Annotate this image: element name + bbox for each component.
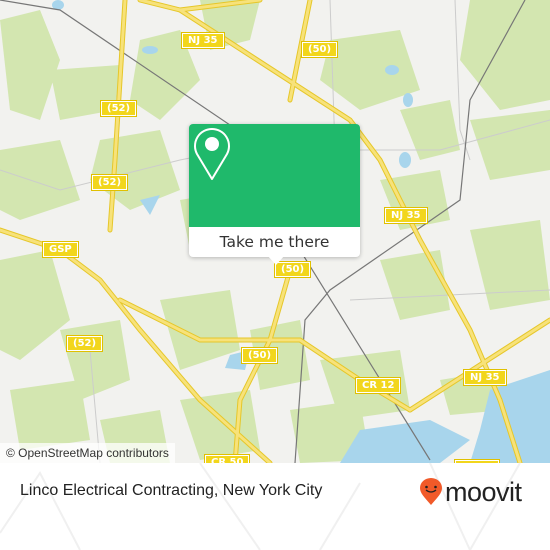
road-label: (52) bbox=[90, 174, 129, 191]
road-label: (50) bbox=[300, 41, 339, 58]
moovit-logo[interactable]: moovit bbox=[420, 478, 522, 506]
road-label: NJ 35 bbox=[181, 32, 225, 49]
road-label: NJ 35 bbox=[384, 207, 428, 224]
road-label: (52) bbox=[99, 100, 138, 117]
moovit-pin-icon bbox=[420, 478, 442, 505]
place-title: Linco Electrical Contracting, New York C… bbox=[20, 482, 323, 499]
popup-header bbox=[189, 124, 360, 227]
map-pin-icon bbox=[194, 128, 230, 180]
map-view[interactable]: NJ 35 (50) (52) (52) GSP NJ 35 (50) (52)… bbox=[0, 0, 550, 463]
footer: Linco Electrical Contracting, New York C… bbox=[0, 463, 550, 550]
map-attribution[interactable]: © OpenStreetMap contributors bbox=[0, 443, 175, 463]
road-label: (52) bbox=[65, 335, 104, 352]
road-label: (50) bbox=[240, 347, 279, 364]
road-label: GSP bbox=[42, 241, 79, 258]
road-label: CR 12 bbox=[354, 377, 402, 394]
take-me-there-button[interactable]: Take me there bbox=[189, 227, 360, 257]
location-popup: Take me there bbox=[189, 124, 360, 265]
road-label: CR 50 bbox=[203, 454, 251, 463]
popup-pointer bbox=[267, 255, 285, 265]
moovit-wordmark: moovit bbox=[445, 477, 522, 507]
road-label: NJ 35 bbox=[463, 369, 507, 386]
